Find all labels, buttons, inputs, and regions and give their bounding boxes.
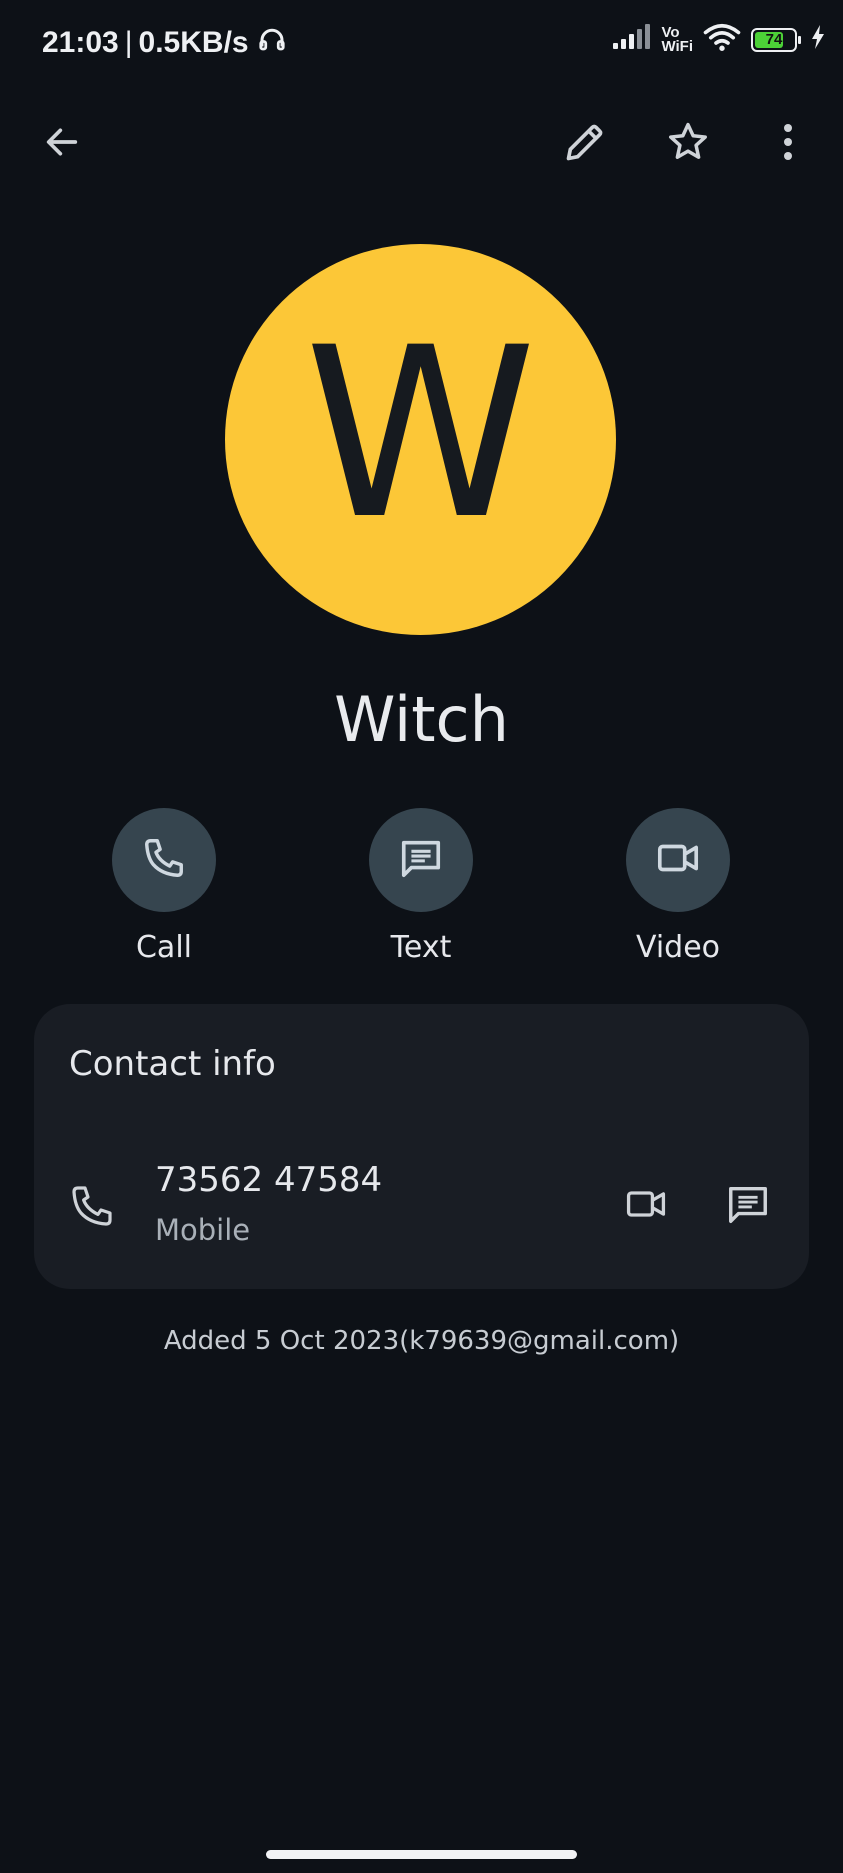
call-action-button[interactable]: Call	[84, 808, 244, 965]
text-circle[interactable]	[369, 808, 473, 912]
phone-type: Mobile	[155, 1213, 251, 1247]
signal-icon	[611, 23, 651, 56]
status-network-speed: 0.5KB/s	[138, 26, 249, 59]
contact-avatar: W	[225, 244, 616, 635]
added-date-text: Added 5 Oct 2023(k79639@gmail.com)	[163, 1326, 680, 1356]
text-action-button[interactable]: Text	[341, 808, 501, 965]
video-action-button[interactable]: Video	[598, 808, 758, 965]
vowifi-bottom: WiFi	[661, 37, 693, 55]
videocam-icon	[654, 835, 702, 886]
vowifi-indicator: Vo WiFi	[661, 25, 693, 55]
status-bar-right: Vo WiFi 74	[611, 22, 825, 57]
more-vert-icon[interactable]	[758, 112, 818, 172]
edit-pencil-icon[interactable]	[555, 112, 615, 172]
call-circle[interactable]	[112, 808, 216, 912]
star-icon[interactable]	[658, 112, 718, 172]
status-separator: |	[124, 26, 133, 59]
contact-name: Witch	[334, 683, 509, 756]
home-gesture-bar[interactable]	[266, 1850, 577, 1859]
battery-icon: 74	[751, 27, 801, 52]
back-arrow-icon[interactable]	[32, 112, 92, 172]
contact-info-title: Contact info	[69, 1044, 276, 1084]
wifi-icon	[703, 22, 741, 57]
message-icon	[398, 835, 444, 886]
phone-number[interactable]: 73562 47584	[155, 1160, 382, 1200]
call-label: Call	[135, 930, 192, 965]
video-circle[interactable]	[626, 808, 730, 912]
battery-percent: 74	[765, 30, 783, 48]
message-row-icon[interactable]	[716, 1174, 780, 1234]
videocam-row-icon[interactable]	[614, 1174, 678, 1234]
phone-row-icon	[62, 1176, 122, 1236]
status-bar-left: 21:03 | 0.5KB/s	[42, 24, 289, 62]
charging-icon	[811, 25, 825, 54]
phone-icon	[141, 835, 187, 886]
avatar-initial: W	[304, 298, 537, 571]
headphones-icon	[255, 24, 289, 62]
status-time: 21:03	[42, 26, 119, 59]
video-label: Video	[635, 930, 721, 965]
text-label: Text	[390, 930, 452, 965]
